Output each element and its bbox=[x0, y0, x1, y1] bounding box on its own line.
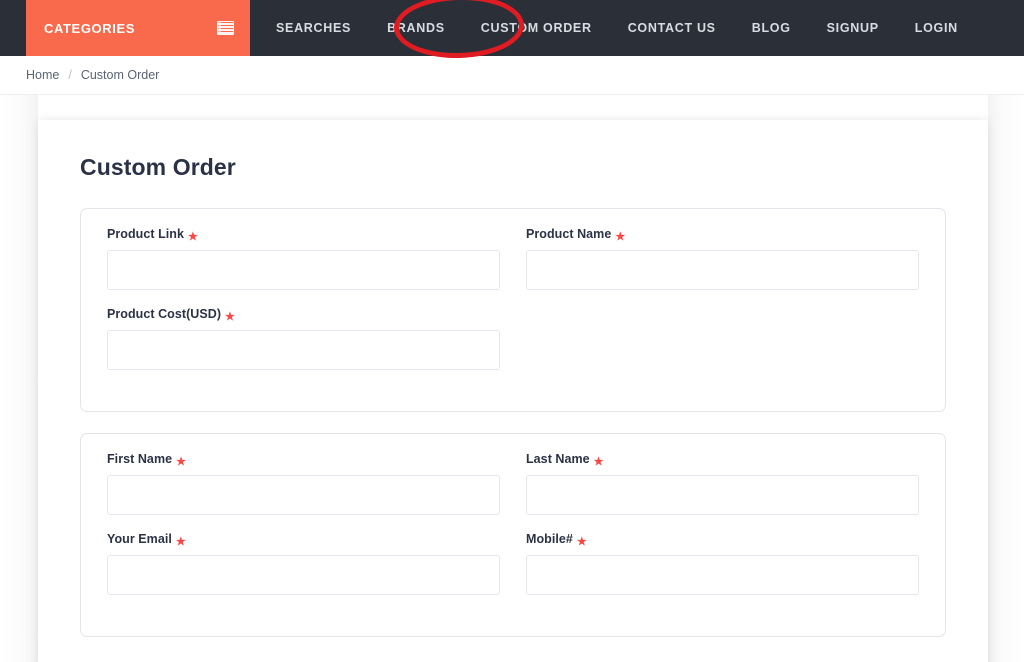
label-product-link-text: Product Link bbox=[107, 227, 184, 241]
field-your-email: Your Email ★ bbox=[107, 532, 500, 595]
field-product-cost: Product Cost(USD) ★ bbox=[107, 307, 500, 370]
page-edge-shade-left bbox=[0, 95, 38, 662]
categories-button[interactable]: CATEGORIES bbox=[26, 0, 250, 56]
input-product-link[interactable] bbox=[107, 250, 500, 290]
label-product-name-text: Product Name bbox=[526, 227, 612, 241]
product-row-1: Product Link ★ Product Cost(USD) ★ Produ… bbox=[107, 227, 919, 387]
required-marker-first-name: ★ bbox=[176, 456, 187, 468]
breadcrumb-separator: / bbox=[68, 68, 72, 82]
page-edge-shade-right bbox=[988, 95, 1024, 662]
contact-details-fieldset: First Name ★ Your Email ★ Last Name ★ Mo… bbox=[80, 433, 946, 637]
label-product-cost-text: Product Cost(USD) bbox=[107, 307, 222, 321]
field-product-name: Product Name ★ bbox=[526, 227, 919, 290]
label-product-name: Product Name ★ bbox=[526, 227, 919, 243]
label-mobile-text: Mobile# bbox=[526, 532, 573, 546]
required-marker-product-link: ★ bbox=[188, 231, 198, 243]
label-first-name-text: First Name bbox=[107, 452, 173, 466]
input-product-cost[interactable] bbox=[107, 330, 500, 370]
nav-item-contact-us[interactable]: CONTACT US bbox=[610, 0, 734, 56]
label-product-cost: Product Cost(USD) ★ bbox=[107, 307, 500, 323]
product-column-spacer bbox=[526, 307, 919, 373]
input-product-name[interactable] bbox=[526, 250, 919, 290]
contact-row-1: First Name ★ Your Email ★ Last Name ★ Mo… bbox=[107, 452, 919, 612]
required-marker-mobile: ★ bbox=[576, 536, 587, 548]
breadcrumb-item-current: Custom Order bbox=[80, 68, 160, 82]
nav-item-blog[interactable]: BLOG bbox=[734, 0, 809, 56]
main-navbar: CATEGORIES SEARCHES BRANDS CUSTOM ORDER … bbox=[0, 0, 1024, 60]
product-details-fieldset: Product Link ★ Product Cost(USD) ★ Produ… bbox=[80, 208, 946, 412]
breadcrumb: Home / Custom Order bbox=[0, 56, 1024, 95]
field-last-name: Last Name ★ bbox=[526, 452, 919, 515]
nav-item-signup[interactable]: SIGNUP bbox=[809, 0, 897, 56]
field-product-link: Product Link ★ bbox=[107, 227, 500, 290]
list-menu-icon[interactable] bbox=[217, 21, 234, 35]
field-mobile: Mobile# ★ bbox=[526, 532, 919, 595]
contact-right-column: Last Name ★ Mobile# ★ bbox=[526, 452, 919, 612]
nav-item-brands[interactable]: BRANDS bbox=[369, 0, 463, 56]
nav-item-login[interactable]: LOGIN bbox=[897, 0, 976, 56]
page-body: Custom Order Product Link ★ Product Cost… bbox=[0, 95, 1024, 662]
product-link-column: Product Link ★ Product Cost(USD) ★ bbox=[107, 227, 500, 387]
input-first-name[interactable] bbox=[107, 475, 500, 515]
product-name-column: Product Name ★ bbox=[526, 227, 919, 387]
label-your-email-text: Your Email bbox=[107, 532, 172, 546]
breadcrumb-item-home[interactable]: Home bbox=[26, 68, 59, 82]
label-product-link: Product Link ★ bbox=[107, 227, 500, 243]
required-marker-your-email: ★ bbox=[175, 536, 186, 548]
page-title: Custom Order bbox=[80, 154, 236, 180]
contact-left-column: First Name ★ Your Email ★ bbox=[107, 452, 500, 612]
label-your-email: Your Email ★ bbox=[107, 532, 500, 548]
custom-order-form: Product Link ★ Product Cost(USD) ★ Produ… bbox=[80, 208, 946, 662]
input-last-name[interactable] bbox=[526, 475, 919, 515]
label-mobile: Mobile# ★ bbox=[526, 532, 919, 548]
categories-label: CATEGORIES bbox=[44, 20, 135, 36]
input-mobile[interactable] bbox=[526, 555, 919, 595]
field-first-name: First Name ★ bbox=[107, 452, 500, 515]
nav-item-searches[interactable]: SEARCHES bbox=[258, 0, 369, 56]
required-marker-last-name: ★ bbox=[593, 456, 604, 468]
required-marker-product-cost: ★ bbox=[225, 311, 235, 323]
required-marker-product-name: ★ bbox=[615, 231, 626, 243]
label-last-name-text: Last Name bbox=[526, 452, 590, 466]
input-your-email[interactable] bbox=[107, 555, 500, 595]
label-last-name: Last Name ★ bbox=[526, 452, 919, 468]
label-first-name: First Name ★ bbox=[107, 452, 500, 468]
nav-links: SEARCHES BRANDS CUSTOM ORDER CONTACT US … bbox=[258, 0, 976, 56]
nav-item-custom-order[interactable]: CUSTOM ORDER bbox=[463, 0, 610, 56]
custom-order-card: Custom Order Product Link ★ Product Cost… bbox=[38, 120, 988, 662]
